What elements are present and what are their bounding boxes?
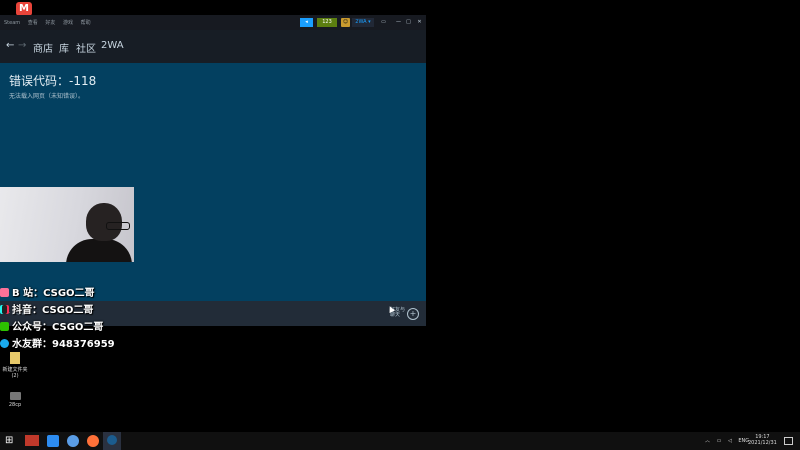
big-picture-icon[interactable]: ▭ bbox=[379, 18, 388, 27]
broadcast-button[interactable]: ◂ bbox=[300, 18, 313, 27]
windows-start-icon[interactable]: ⊞ bbox=[5, 435, 17, 447]
nav-store[interactable]: 商店 bbox=[33, 40, 53, 55]
clock[interactable]: 19:17 2021/12/31 bbox=[748, 434, 777, 446]
close-button[interactable]: ✕ bbox=[415, 18, 424, 27]
desktop-folder-shortcut[interactable]: 新建文件夹 (2) bbox=[0, 352, 33, 379]
clock-date: 2021/12/31 bbox=[748, 440, 777, 446]
wechat-icon bbox=[0, 322, 9, 331]
nav-bar: ← → 商店 库 社区 2WA bbox=[0, 30, 426, 63]
file-label: 28cp bbox=[8, 402, 22, 408]
error-description: 无法载入网页（未知错误）。 bbox=[9, 93, 85, 100]
notification-button[interactable]: 123 bbox=[317, 18, 337, 27]
menu-friends[interactable]: 好友 bbox=[45, 20, 55, 26]
person-body bbox=[66, 239, 132, 262]
overlay-wechat-text: 公众号：CSGO二哥 bbox=[12, 322, 104, 333]
overlay-qq: 水友群：948376959 bbox=[0, 335, 115, 350]
taskbar-browser-icon[interactable] bbox=[67, 435, 79, 447]
overlay-qq-text: 水友群：948376959 bbox=[12, 339, 115, 350]
taskbar: ⊞ ︿ ▭ ◁ ENG 19:17 2021/12/31 bbox=[0, 432, 800, 450]
avatar[interactable]: ☺ bbox=[341, 18, 350, 27]
account-menu-button[interactable]: 2WA ▾ bbox=[352, 18, 374, 27]
title-bar: Steam 查看 好友 游戏 帮助 ◂ 123 ☺ 2WA ▾ ▭ — □ ✕ bbox=[0, 15, 426, 30]
tray-chevron-icon[interactable]: ︿ bbox=[705, 438, 710, 444]
menu-help[interactable]: 帮助 bbox=[81, 20, 91, 26]
overlay-bilibili: B 站：CSGO二哥 bbox=[0, 284, 95, 299]
network-icon[interactable]: ▭ bbox=[717, 438, 722, 444]
glasses bbox=[106, 222, 130, 230]
menu-view[interactable]: 查看 bbox=[28, 20, 38, 26]
douyin-icon bbox=[0, 305, 9, 314]
file-icon bbox=[9, 392, 21, 400]
account-name: 2WA bbox=[355, 19, 367, 25]
title-menu: Steam 查看 好友 游戏 帮助 bbox=[4, 19, 97, 26]
volume-icon[interactable]: ◁ bbox=[728, 438, 732, 444]
desktop-file-shortcut[interactable]: 28cp bbox=[0, 392, 33, 408]
overlay-wechat: 公众号：CSGO二哥 bbox=[0, 318, 103, 333]
app-logo-icon: M bbox=[16, 2, 32, 16]
forward-arrow-icon[interactable]: → bbox=[18, 40, 26, 51]
bilibili-icon bbox=[0, 288, 9, 297]
overlay-douyin-text: 抖音：CSGO二哥 bbox=[12, 305, 94, 316]
menu-steam[interactable]: Steam bbox=[4, 20, 20, 26]
taskbar-red-app-icon[interactable] bbox=[25, 435, 39, 446]
taskbar-steam-icon[interactable] bbox=[103, 432, 121, 450]
overlay-bilibili-text: B 站：CSGO二哥 bbox=[12, 288, 95, 299]
taskbar-app-icon[interactable] bbox=[47, 435, 59, 447]
folder-count: (2) bbox=[11, 373, 19, 379]
firefox-icon[interactable] bbox=[87, 435, 99, 447]
error-title: 错误代码：-118 bbox=[9, 74, 97, 88]
back-arrow-icon[interactable]: ← bbox=[6, 40, 14, 51]
web-content: 错误代码：-118 无法载入网页（未知错误）。 bbox=[0, 63, 426, 301]
plus-icon: + bbox=[407, 308, 419, 320]
notification-center-icon[interactable] bbox=[784, 437, 793, 445]
maximize-button[interactable]: □ bbox=[404, 18, 413, 27]
folder-icon bbox=[10, 352, 20, 364]
webcam-overlay bbox=[0, 187, 134, 262]
nav-profile[interactable]: 2WA bbox=[101, 40, 124, 51]
qq-icon bbox=[0, 339, 9, 348]
menu-games[interactable]: 游戏 bbox=[63, 20, 73, 26]
nav-library[interactable]: 库 bbox=[59, 40, 69, 55]
steam-logo-icon bbox=[107, 435, 117, 445]
steam-window: Steam 查看 好友 游戏 帮助 ◂ 123 ☺ 2WA ▾ ▭ — □ ✕ … bbox=[0, 15, 426, 326]
minimize-button[interactable]: — bbox=[394, 18, 403, 27]
system-tray: ︿ ▭ ◁ ENG bbox=[705, 437, 754, 444]
overlay-douyin: 抖音：CSGO二哥 bbox=[0, 301, 93, 316]
nav-community[interactable]: 社区 bbox=[76, 40, 96, 55]
